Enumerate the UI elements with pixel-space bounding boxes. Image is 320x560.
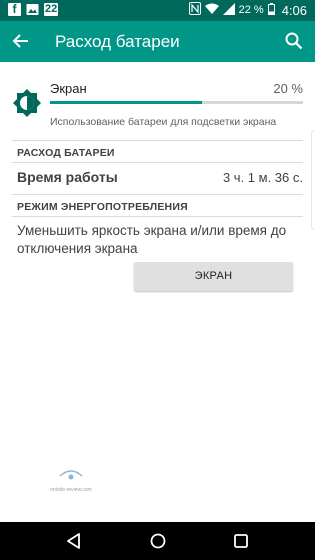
nfc-icon [188,2,201,18]
status-bar: f 22 22 % 4:06 [0,0,315,21]
screen-settings-button[interactable]: ЭКРАН [134,262,293,291]
usage-progress-fill [50,101,202,104]
app-bar: Расход батареи [0,21,315,62]
power-mode-description: Уменьшить яркость экрана и/или время до … [17,223,287,256]
divider [12,216,303,217]
signal-icon [222,2,235,18]
usage-item-description: Использование батареи для подсветки экра… [50,116,277,128]
search-icon[interactable] [283,30,305,52]
watermark: mobile-review.com [46,468,96,493]
calendar-icon: 22 [44,3,59,16]
runtime-value: 3 ч. 1 м. 36 с. [222,170,303,185]
clock: 4:06 [281,2,307,18]
watermark-text: mobile-review.com [50,487,92,493]
section-header-power-mode: РЕЖИМ ЭНЕРГОПОТРЕБЛЕНИЯ [17,201,188,213]
runtime-label: Время работы [17,169,118,185]
divider [12,162,303,163]
watermark-logo-icon [59,470,83,480]
usage-item-percent: 20 % [273,81,303,96]
usage-progress-bar [50,101,303,104]
wifi-icon [204,3,219,18]
facebook-icon: f [8,3,21,16]
gallery-icon [26,3,39,16]
divider [12,140,303,141]
recents-square-icon[interactable] [230,530,252,552]
usage-item-title: Экран [50,81,87,96]
navigation-bar [0,522,315,560]
home-circle-icon[interactable] [147,530,169,552]
divider [12,194,303,195]
battery-percent: 22 % [238,4,264,16]
back-triangle-icon[interactable] [63,530,85,552]
brightness-icon [12,88,42,118]
section-header-battery: РАСХОД БАТАРЕИ [17,147,115,159]
edge-panel-handle[interactable] [311,130,315,230]
battery-icon [267,2,275,18]
arrow-back-icon[interactable] [10,30,32,52]
page-title: Расход батареи [55,32,180,51]
